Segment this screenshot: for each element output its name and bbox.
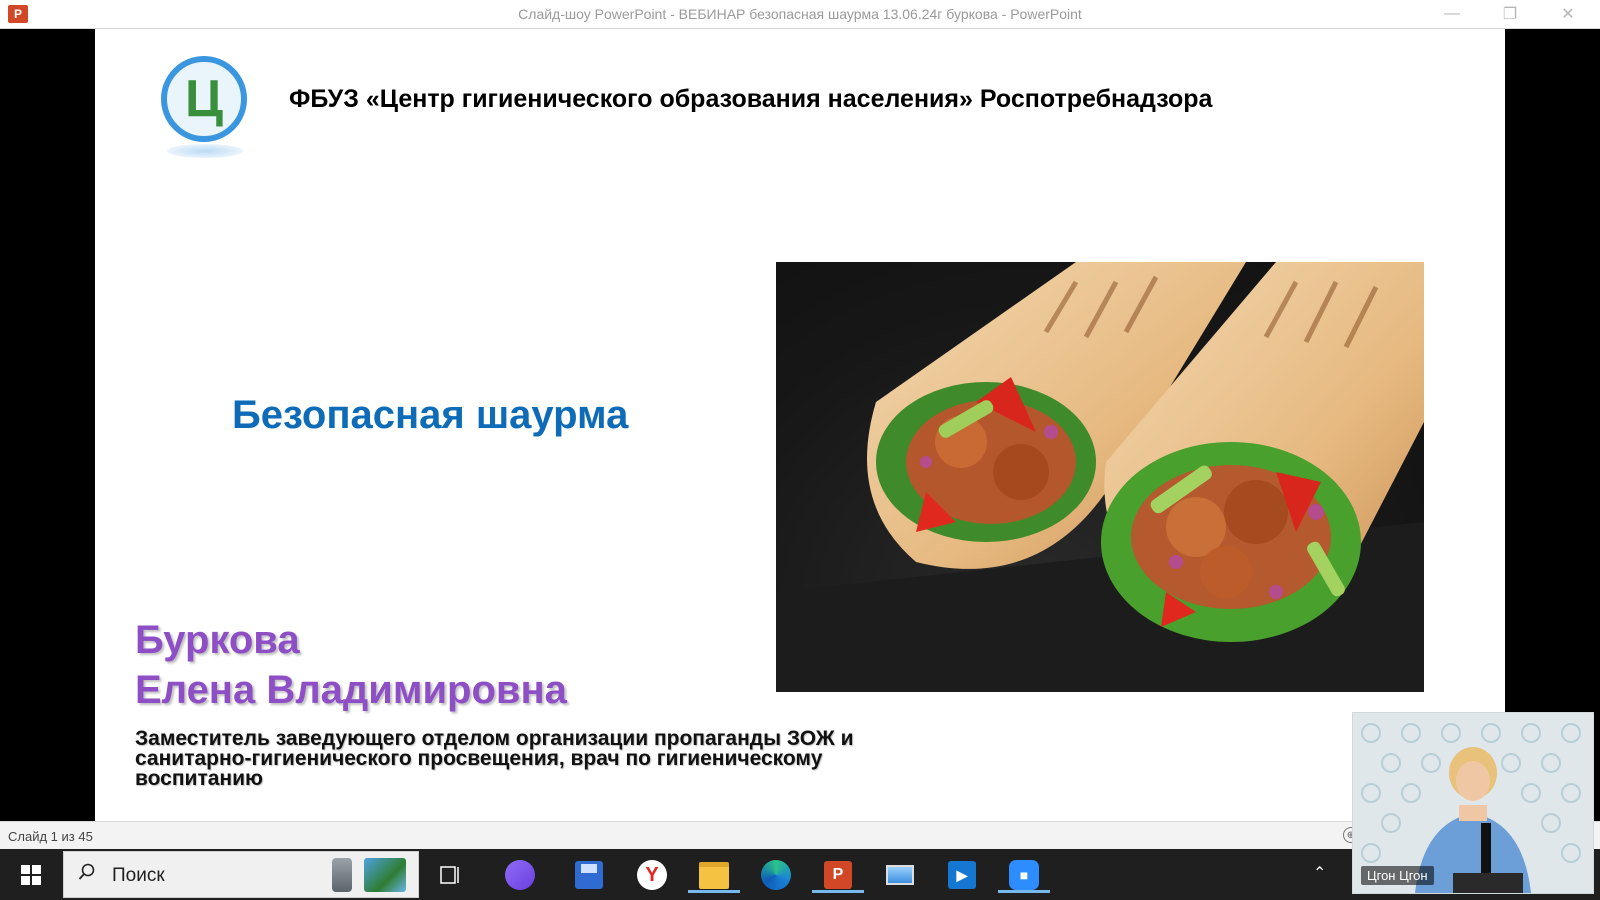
active-indicator <box>998 890 1050 893</box>
file-explorer-icon[interactable] <box>688 857 740 893</box>
author-surname: Буркова <box>135 618 300 662</box>
minimize-button[interactable]: — <box>1430 2 1474 26</box>
slide[interactable]: Ц ФБУЗ «Центр гигиенического образования… <box>95 29 1505 821</box>
slide-heading: Безопасная шаурма <box>232 393 629 437</box>
logo-reflection <box>167 144 243 158</box>
search-placeholder: Поиск <box>112 865 165 886</box>
author-given-names: Елена Владимировна <box>135 668 567 712</box>
alice-assistant-icon[interactable] <box>502 857 538 893</box>
search-highlight-map-icon <box>364 858 406 892</box>
yandex-browser-icon[interactable]: Y <box>634 857 670 893</box>
window-title: Слайд-шоу PowerPoint - ВЕБИНАР безопасна… <box>518 6 1082 22</box>
slide-counter: Слайд 1 из 45 <box>8 829 93 844</box>
shawarma-illustration <box>776 262 1424 692</box>
logo-letter: Ц <box>185 70 223 128</box>
webcam-video-tile[interactable]: Цгон Цгон <box>1352 712 1594 894</box>
organization-logo: Ц <box>161 56 247 142</box>
active-indicator <box>688 890 740 893</box>
powerpoint-taskbar-icon[interactable]: P <box>812 857 864 893</box>
participant-name: Цгон Цгон <box>1361 866 1434 885</box>
save-disk-icon[interactable] <box>571 857 607 893</box>
restore-button[interactable]: ❐ <box>1488 2 1532 26</box>
media-player-icon[interactable]: ▶ <box>944 857 980 893</box>
close-button[interactable]: ✕ <box>1546 2 1590 26</box>
edge-browser-icon[interactable] <box>758 857 794 893</box>
window-titlebar: P Слайд-шоу PowerPoint - ВЕБИНАР безопас… <box>0 0 1600 29</box>
task-view-icon[interactable] <box>432 857 468 893</box>
active-indicator <box>812 890 864 893</box>
search-icon <box>78 863 95 880</box>
zoom-icon[interactable]: ■ <box>998 857 1050 893</box>
author-position: Заместитель заведующего отделом организа… <box>135 727 854 790</box>
organization-title: ФБУЗ «Центр гигиенического образования н… <box>289 85 1213 113</box>
author-name: Буркова Елена Владимировна <box>135 615 567 715</box>
taskbar-search-box[interactable]: Поиск <box>63 851 419 898</box>
start-button[interactable] <box>10 859 52 891</box>
windows-logo-icon <box>21 865 41 885</box>
search-highlight-luggage-icon <box>332 858 352 892</box>
chevron-up-icon[interactable]: ⌃ <box>1313 863 1326 883</box>
network-computer-icon[interactable] <box>882 857 918 893</box>
shawarma-photo <box>776 262 1424 692</box>
